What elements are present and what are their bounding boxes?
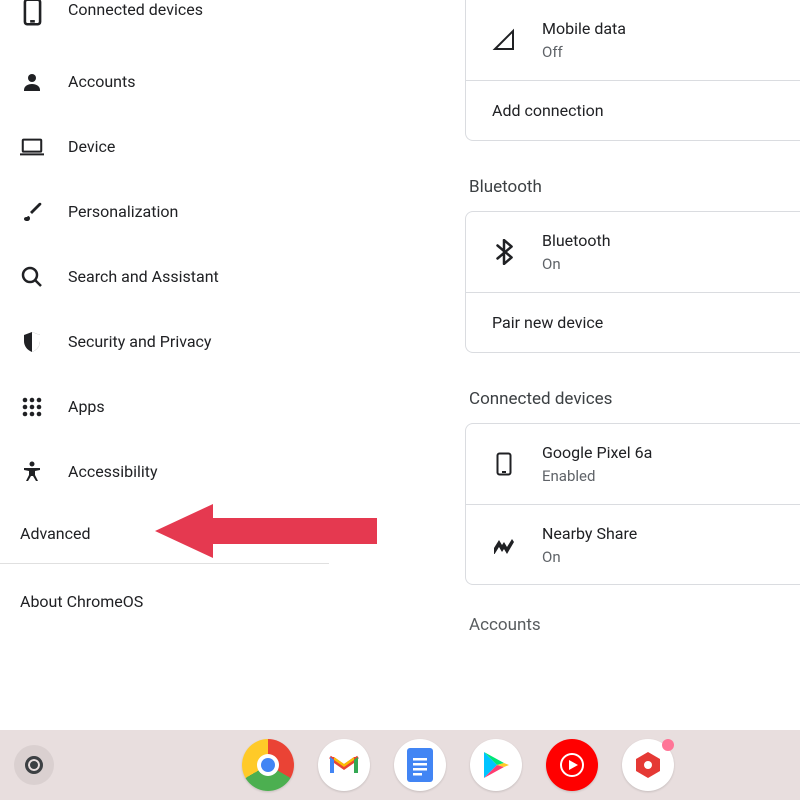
connected-devices-card: Google Pixel 6a Enabled Nearby Share On — [465, 423, 800, 585]
sidebar-item-label: Connected devices — [68, 0, 203, 19]
sidebar-item-device[interactable]: Device — [0, 114, 329, 179]
mobile-data-row[interactable]: Mobile data Off — [466, 0, 800, 80]
sidebar-advanced-label: Advanced — [20, 524, 91, 543]
pair-new-device-label: Pair new device — [492, 313, 603, 332]
add-connection-label: Add connection — [492, 101, 604, 120]
shelf-app-gmail[interactable] — [318, 739, 370, 791]
shelf-app-chrome[interactable] — [242, 739, 294, 791]
nearby-share-icon — [492, 533, 516, 557]
phone-icon — [492, 452, 516, 476]
sidebar-item-label: Accessibility — [68, 462, 158, 481]
bluetooth-row[interactable]: Bluetooth On — [466, 212, 800, 292]
shelf-app-hex[interactable] — [622, 739, 674, 791]
nearby-share-title: Nearby Share — [542, 523, 637, 545]
accessibility-icon — [20, 460, 44, 484]
youtube-music-icon — [556, 749, 588, 781]
play-store-icon — [482, 750, 510, 780]
bluetooth-sub: On — [542, 254, 611, 274]
mobile-signal-icon — [492, 28, 516, 52]
gmail-icon — [328, 753, 360, 777]
notification-badge — [662, 739, 674, 751]
docs-icon — [407, 748, 433, 782]
chrome-icon — [257, 754, 279, 776]
sidebar-advanced-toggle[interactable]: Advanced — [0, 504, 329, 563]
sidebar-item-security-privacy[interactable]: Security and Privacy — [0, 309, 329, 374]
phone-device-row[interactable]: Google Pixel 6a Enabled — [466, 424, 800, 504]
phone-device-title: Google Pixel 6a — [542, 442, 652, 464]
sidebar-item-apps[interactable]: Apps — [0, 374, 329, 439]
sidebar-item-label: Device — [68, 137, 115, 156]
person-icon — [20, 70, 44, 94]
sidebar-item-label: Search and Assistant — [68, 267, 219, 286]
shelf-apps — [242, 739, 674, 791]
sidebar-item-label: Personalization — [68, 202, 178, 221]
connected-devices-heading: Connected devices — [469, 389, 800, 409]
shelf-app-youtube-music[interactable] — [546, 739, 598, 791]
mobile-data-title: Mobile data — [542, 18, 626, 40]
shelf-app-docs[interactable] — [394, 739, 446, 791]
pair-new-device-row[interactable]: Pair new device — [466, 292, 800, 352]
bluetooth-heading: Bluetooth — [469, 177, 800, 197]
settings-sidebar: Connected devices Accounts Device Person… — [0, 0, 329, 730]
brush-icon — [20, 200, 44, 224]
phone-icon — [20, 0, 44, 24]
sidebar-item-label: Security and Privacy — [68, 332, 211, 351]
mobile-data-sub: Off — [542, 42, 626, 62]
apps-grid-icon — [20, 395, 44, 419]
sidebar-item-label: Accounts — [68, 72, 135, 91]
chromeos-shelf — [0, 730, 800, 800]
network-card: Mobile data Off Add connection — [465, 0, 800, 141]
laptop-icon — [20, 135, 44, 159]
bluetooth-title: Bluetooth — [542, 230, 611, 252]
shelf-app-play[interactable] — [470, 739, 522, 791]
sidebar-item-search-assistant[interactable]: Search and Assistant — [0, 244, 329, 309]
search-icon — [20, 265, 44, 289]
settings-main-panel: Mobile data Off Add connection Bluetooth… — [465, 0, 800, 730]
sidebar-item-about[interactable]: About ChromeOS — [0, 564, 329, 631]
launcher-icon — [25, 756, 43, 774]
launcher-button[interactable] — [14, 745, 54, 785]
shield-icon — [20, 330, 44, 354]
sidebar-item-personalization[interactable]: Personalization — [0, 179, 329, 244]
sidebar-item-label: Apps — [68, 397, 105, 416]
sidebar-item-accounts[interactable]: Accounts — [0, 49, 329, 114]
hexagon-icon — [633, 750, 663, 780]
sidebar-about-label: About ChromeOS — [20, 592, 143, 611]
bluetooth-card: Bluetooth On Pair new device — [465, 211, 800, 353]
phone-device-sub: Enabled — [542, 466, 652, 486]
bluetooth-icon — [492, 240, 516, 264]
sidebar-item-accessibility[interactable]: Accessibility — [0, 439, 329, 504]
sidebar-item-connected-devices[interactable]: Connected devices — [0, 0, 329, 49]
nearby-share-sub: On — [542, 547, 637, 567]
nearby-share-row[interactable]: Nearby Share On — [466, 504, 800, 584]
add-connection-row[interactable]: Add connection — [466, 80, 800, 140]
accounts-heading: Accounts — [469, 615, 800, 635]
